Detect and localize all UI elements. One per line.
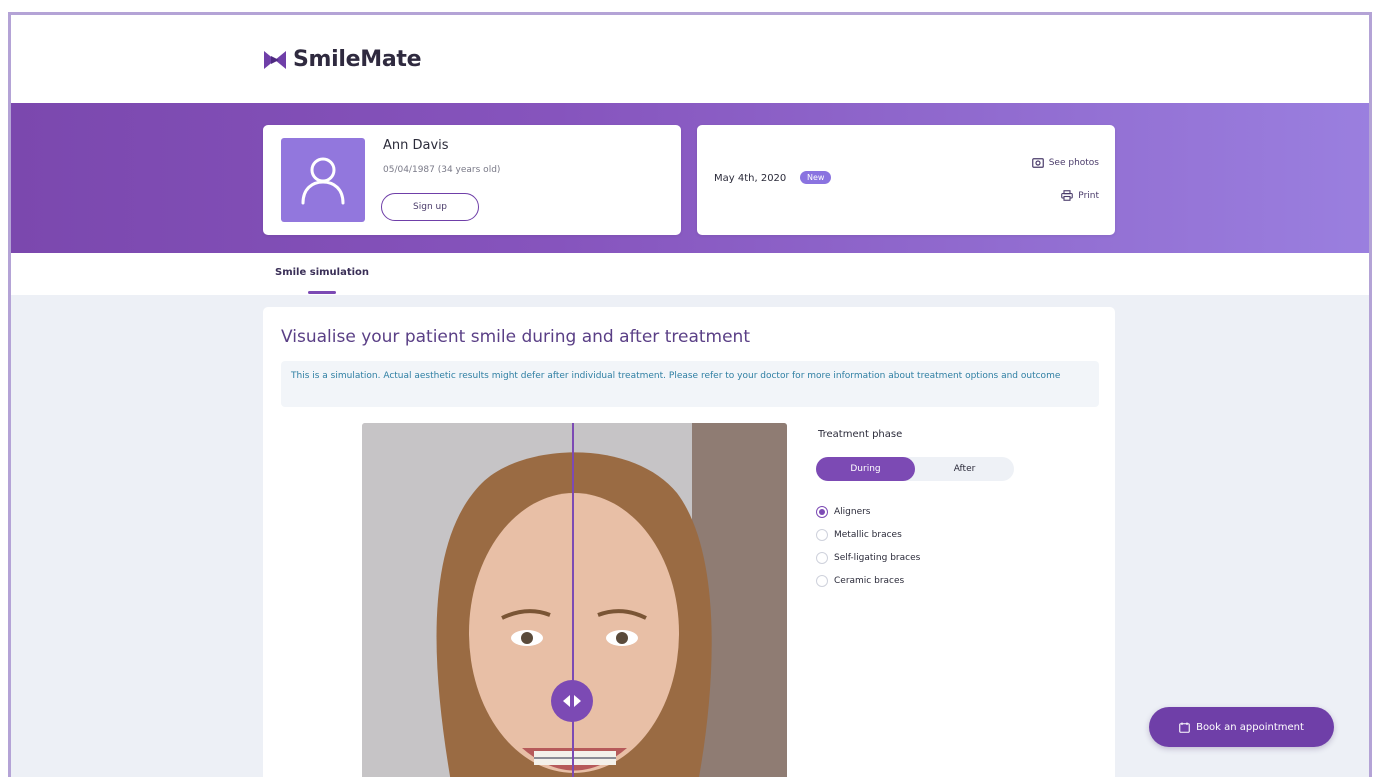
simulation-card: Visualise your patient smile during and … [263,307,1115,777]
radio-button[interactable] [816,574,828,587]
logo[interactable]: SmileMate [263,47,422,72]
simulation-notice: This is a simulation. Actual aesthetic r… [281,361,1099,407]
option-label: Aligners [834,506,871,517]
brand-name: SmileMate [293,47,422,72]
treatment-phase-label: Treatment phase [818,429,903,440]
user-icon [301,157,345,205]
treatment-options: Aligners Metallic braces Self-ligating b… [816,500,920,592]
active-tab-indicator [308,291,336,294]
status-badge: New [800,171,832,184]
avatar [281,138,365,222]
see-photos-label: See photos [1048,158,1099,168]
book-appointment-label: Book an appointment [1196,721,1304,733]
patient-dob: 05/04/1987 (34 years old) [383,165,501,175]
sign-up-button[interactable]: Sign up [381,193,479,221]
book-appointment-button[interactable]: Book an appointment [1149,707,1334,747]
option-label: Ceramic braces [834,575,905,586]
comparison-divider[interactable] [572,423,574,777]
option-label: Metallic braces [834,529,902,540]
patient-portrait [362,423,787,777]
bowtie-play-icon [264,50,286,69]
phase-during-button[interactable]: During [816,457,915,481]
patient-card: Ann Davis 05/04/1987 (34 years old) Sign… [263,125,681,235]
printer-icon [1061,190,1074,201]
print-link[interactable]: Print [1061,190,1099,201]
radio-button[interactable] [816,551,828,564]
option-self-ligating-braces[interactable]: Self-ligating braces [816,546,920,569]
option-label: Self-ligating braces [834,552,921,563]
photo-icon [1031,158,1044,168]
before-after-photo[interactable] [362,423,787,777]
option-aligners[interactable]: Aligners [816,500,920,523]
patient-name: Ann Davis [383,138,449,153]
option-metallic-braces[interactable]: Metallic braces [816,523,920,546]
page-title: Visualise your patient smile during and … [281,327,750,347]
visit-card: May 4th, 2020 New See photos Print [697,125,1115,235]
app-frame: SmileMate Ann Davis 05/04/1987 (34 years… [8,12,1372,777]
top-bar: SmileMate [11,15,1369,103]
left-right-arrows-icon [563,695,581,707]
see-photos-link[interactable]: See photos [1031,158,1099,168]
tab-bar: Smile simulation [11,253,1369,295]
phase-after-button[interactable]: After [915,457,1014,481]
tab-smile-simulation[interactable]: Smile simulation [275,267,369,278]
radio-button[interactable] [816,505,828,518]
radio-button[interactable] [816,528,828,541]
compare-slider-handle[interactable] [551,680,593,722]
print-label: Print [1078,190,1099,201]
calendar-icon [1179,722,1190,733]
option-ceramic-braces[interactable]: Ceramic braces [816,569,920,592]
header-band [11,103,1369,253]
visit-date: May 4th, 2020 [714,173,787,184]
treatment-phase-toggle: During After [816,457,1014,481]
